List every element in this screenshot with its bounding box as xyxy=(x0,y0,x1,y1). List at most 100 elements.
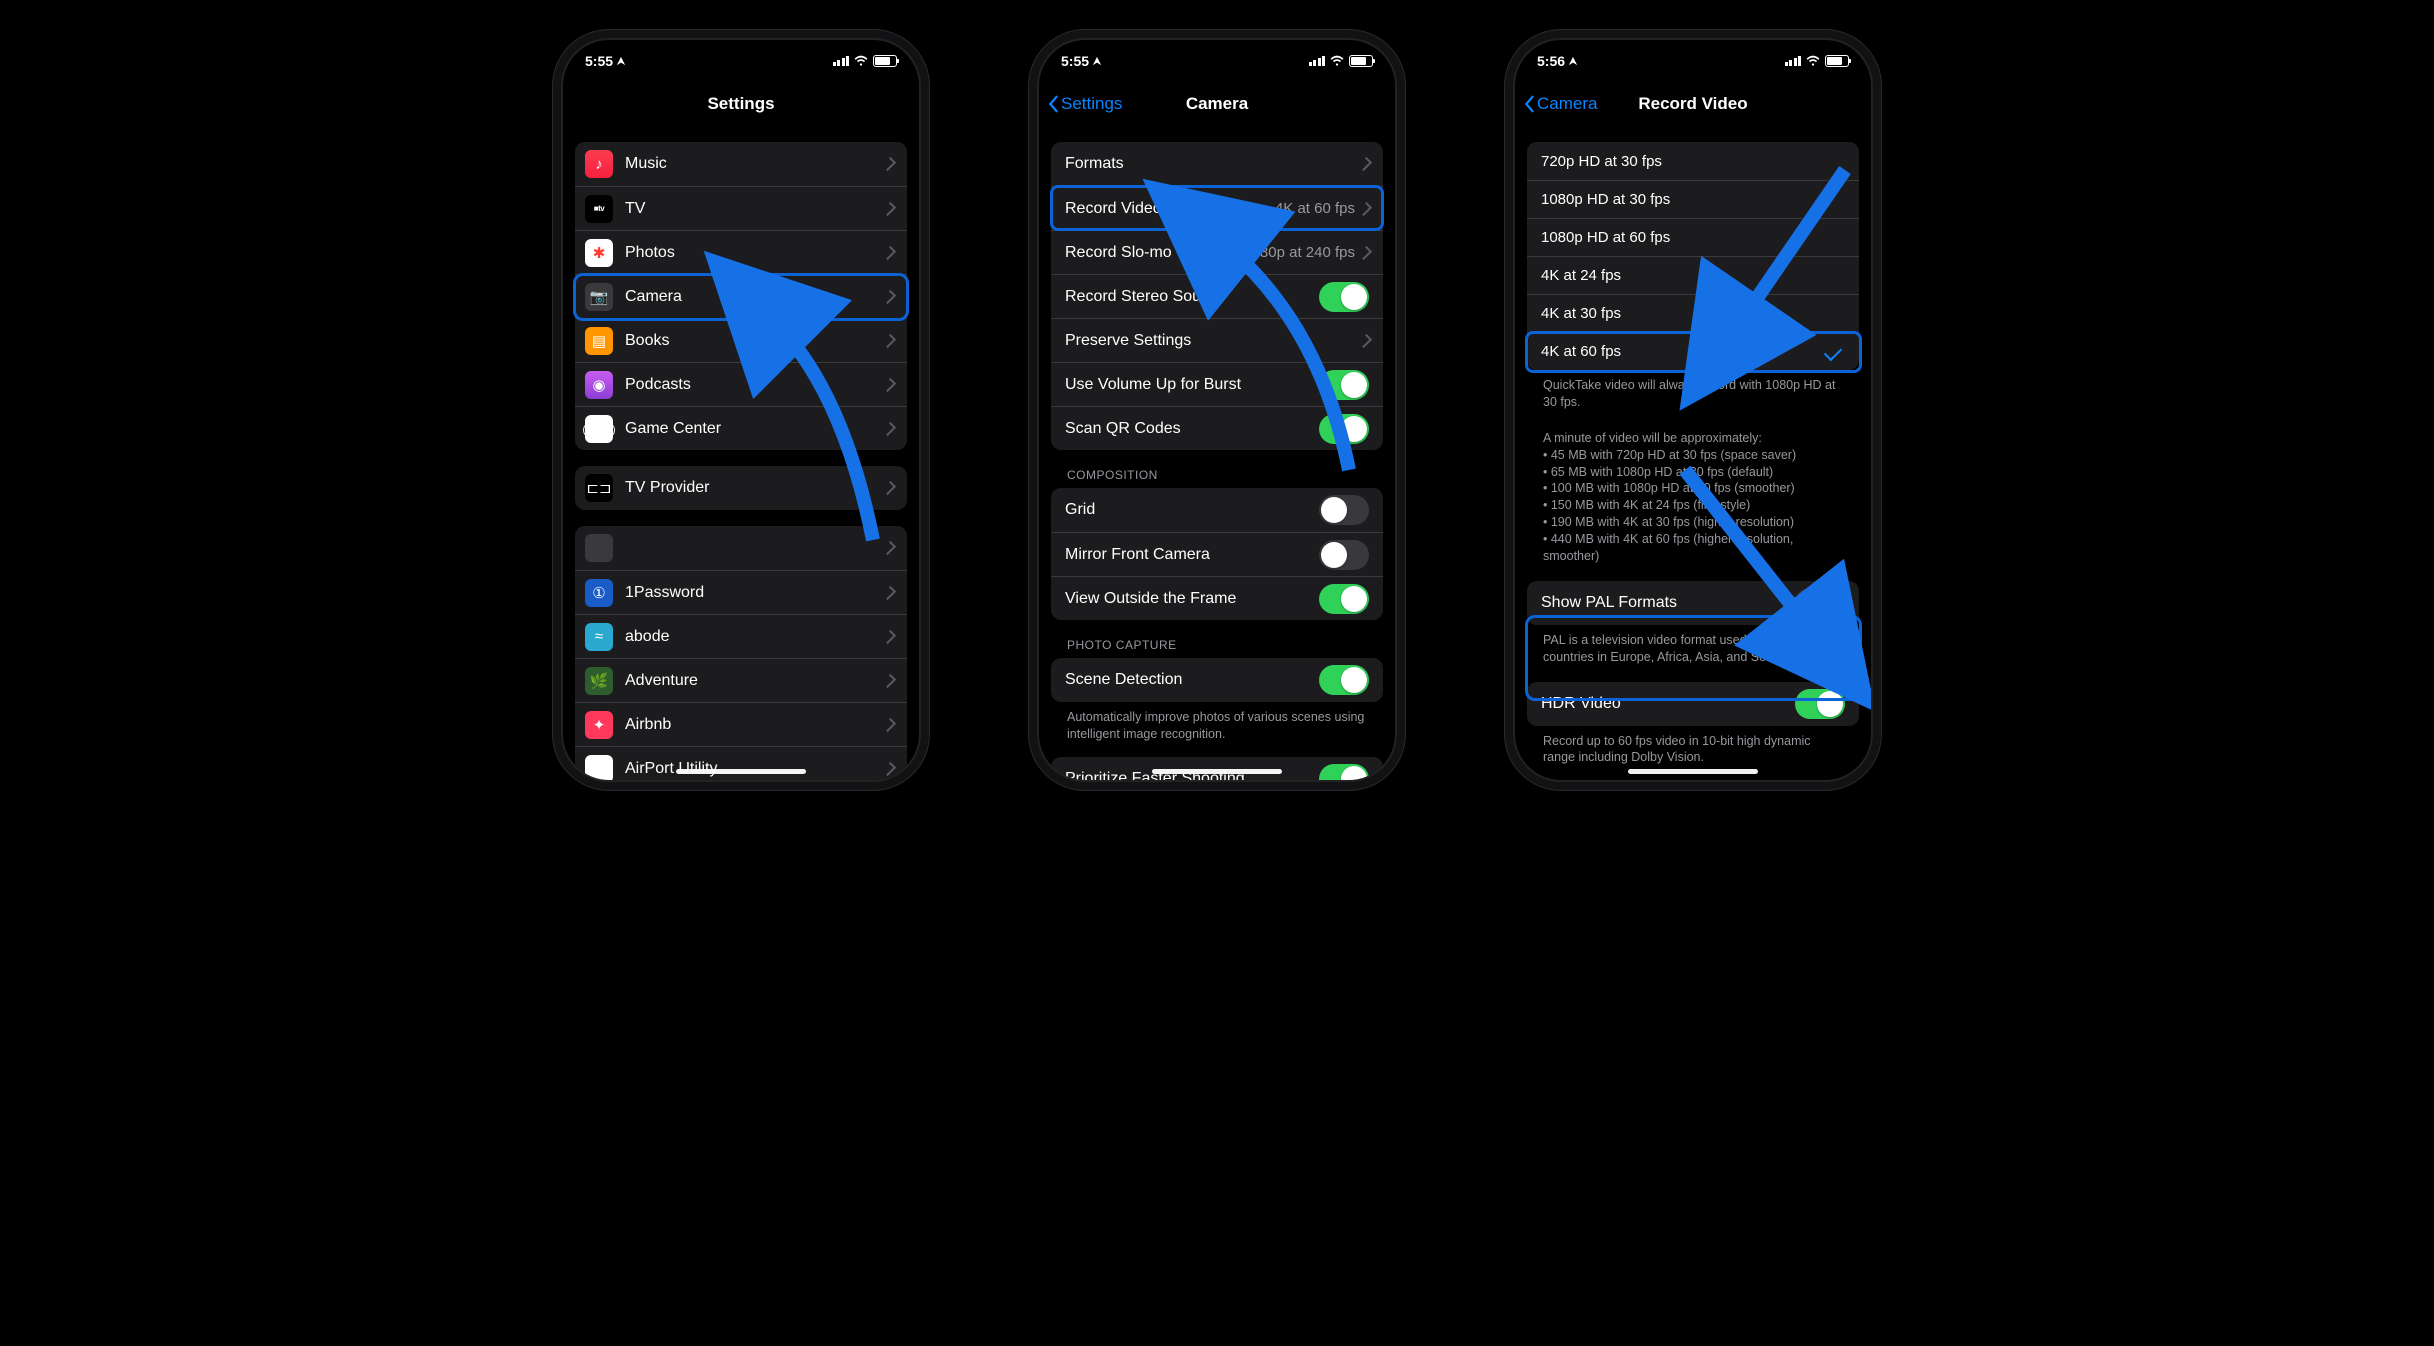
row-label: 1Password xyxy=(625,584,885,602)
row-label: View Outside the Frame xyxy=(1065,590,1319,608)
setting-row-scan-qr-codes[interactable]: Scan QR Codes xyxy=(1051,406,1383,450)
option-label: 1080p HD at 60 fps xyxy=(1541,229,1845,246)
resolution-option[interactable]: 4K at 30 fps xyxy=(1527,294,1859,332)
camera-settings-list[interactable]: FormatsRecord Video4K at 60 fpsRecord Sl… xyxy=(1039,126,1395,780)
location-icon xyxy=(1568,56,1578,66)
setting-row-show-pal-formats[interactable]: Show PAL Formats xyxy=(1527,581,1859,625)
toggle[interactable] xyxy=(1319,414,1369,444)
home-indicator[interactable] xyxy=(1152,769,1282,774)
setting-row-preserve-settings[interactable]: Preserve Settings xyxy=(1051,318,1383,362)
row-label: Game Center xyxy=(625,420,885,438)
resolution-option[interactable]: 1080p HD at 30 fps xyxy=(1527,180,1859,218)
toggle[interactable] xyxy=(1319,495,1369,525)
chevron-right-icon xyxy=(1358,201,1372,215)
settings-row-game-center[interactable]: ◯◯ Game Center xyxy=(575,406,907,450)
chevron-left-icon xyxy=(1047,95,1059,113)
resolution-option[interactable]: 4K at 24 fps xyxy=(1527,256,1859,294)
row-label: Books xyxy=(625,332,885,350)
toggle[interactable] xyxy=(1319,370,1369,400)
row-label: Podcasts xyxy=(625,376,885,394)
status-time: 5:55 xyxy=(1061,53,1089,69)
row-label: Use Volume Up for Burst xyxy=(1065,376,1319,394)
toggle[interactable] xyxy=(1319,584,1369,614)
row-value: 4K at 60 fps xyxy=(1275,200,1355,217)
resolution-option[interactable]: 1080p HD at 60 fps xyxy=(1527,218,1859,256)
settings-row-airport-utility[interactable]: ⌔AirPort Utility xyxy=(575,746,907,780)
row-label: Preserve Settings xyxy=(1065,332,1361,350)
back-button[interactable]: Camera xyxy=(1523,94,1597,114)
row-label: Scene Detection xyxy=(1065,671,1319,689)
row-label: TV xyxy=(625,200,885,218)
row-label: Scan QR Codes xyxy=(1065,420,1319,438)
row-label: Airbnb xyxy=(625,716,885,734)
resolution-option[interactable]: 720p HD at 30 fps xyxy=(1527,142,1859,180)
battery-icon xyxy=(873,55,897,67)
setting-row-grid[interactable]: Grid xyxy=(1051,488,1383,532)
setting-row-use-volume-up-for-burst[interactable]: Use Volume Up for Burst xyxy=(1051,362,1383,406)
option-label: 1080p HD at 30 fps xyxy=(1541,191,1845,208)
toggle[interactable] xyxy=(1319,764,1369,780)
row-label: Record Stereo Sound xyxy=(1065,288,1319,306)
back-label: Settings xyxy=(1061,94,1122,114)
location-icon xyxy=(616,56,626,66)
toggle[interactable] xyxy=(1319,540,1369,570)
resolution-option[interactable]: 4K at 60 fps xyxy=(1527,332,1859,370)
home-indicator[interactable] xyxy=(1628,769,1758,774)
app-icon: ♪ xyxy=(585,150,613,178)
row-label: Record Slo-mo xyxy=(1065,244,1243,262)
app-icon: 🌿 xyxy=(585,667,613,695)
chevron-right-icon xyxy=(882,541,896,555)
wifi-icon xyxy=(854,54,868,68)
setting-row-scene-detection[interactable]: Scene Detection xyxy=(1051,658,1383,702)
settings-row-podcasts[interactable]: ◉Podcasts xyxy=(575,362,907,406)
setting-row-mirror-front-camera[interactable]: Mirror Front Camera xyxy=(1051,532,1383,576)
settings-row-tv-provider[interactable]: ⊏⊐TV Provider xyxy=(575,466,907,510)
cellular-icon xyxy=(833,56,850,66)
app-icon: ✱ xyxy=(585,239,613,267)
phone-settings: 5:55 Settings ♪Music■tvTV✱Photos📷Camera▤… xyxy=(563,40,919,780)
setting-row-hdr-video[interactable]: HDR Video xyxy=(1527,682,1859,726)
record-video-list[interactable]: 720p HD at 30 fps 1080p HD at 30 fps 1080p… xyxy=(1515,126,1871,780)
settings-row-airbnb[interactable]: ✦Airbnb xyxy=(575,702,907,746)
row-label: Adventure xyxy=(625,672,885,690)
home-indicator[interactable] xyxy=(676,769,806,774)
section-header: PHOTO CAPTURE xyxy=(1051,620,1383,658)
settings-row-books[interactable]: ▤Books xyxy=(575,318,907,362)
app-icon: ⊏⊐ xyxy=(585,474,613,502)
setting-row-record-stereo-sound[interactable]: Record Stereo Sound xyxy=(1051,274,1383,318)
back-button[interactable]: Settings xyxy=(1047,94,1122,114)
checkmark-icon xyxy=(1824,342,1842,360)
app-icon: ■tv xyxy=(585,195,613,223)
setting-row-formats[interactable]: Formats xyxy=(1051,142,1383,186)
toggle[interactable] xyxy=(1795,588,1845,618)
settings-row-abode[interactable]: ≈abode xyxy=(575,614,907,658)
wifi-icon xyxy=(1806,54,1820,68)
row-label: Music xyxy=(625,155,885,173)
settings-list[interactable]: ♪ Music ■tv TV ✱ Photos 📷Camera▤Books◉Podcasts… xyxy=(563,126,919,780)
settings-row-camera[interactable]: 📷Camera xyxy=(575,274,907,318)
footer-sizes: A minute of video will be approximately:… xyxy=(1527,423,1859,567)
settings-row-music[interactable]: ♪ Music xyxy=(575,142,907,186)
setting-row-record-video[interactable]: Record Video4K at 60 fps xyxy=(1051,186,1383,230)
app-icon: ◯◯ xyxy=(585,415,613,443)
settings-row-photos[interactable]: ✱ Photos xyxy=(575,230,907,274)
notch xyxy=(1613,40,1773,68)
chevron-right-icon xyxy=(1358,245,1372,259)
app-icon: 📷 xyxy=(585,283,613,311)
setting-row-view-outside-the-frame[interactable]: View Outside the Frame xyxy=(1051,576,1383,620)
row-label: Show PAL Formats xyxy=(1541,594,1795,612)
toggle[interactable] xyxy=(1795,689,1845,719)
footer-quicktake: QuickTake video will always record with … xyxy=(1527,370,1859,413)
row-label: Photos xyxy=(625,244,885,262)
settings-row-blank[interactable] xyxy=(575,526,907,570)
settings-row-tv[interactable]: ■tv TV xyxy=(575,186,907,230)
toggle[interactable] xyxy=(1319,282,1369,312)
footer-hdr: Record up to 60 fps video in 10-bit high… xyxy=(1527,726,1859,769)
settings-row-adventure[interactable]: 🌿 Adventure xyxy=(575,658,907,702)
toggle[interactable] xyxy=(1319,665,1369,695)
row-label: Grid xyxy=(1065,501,1319,519)
setting-row-record-slo-mo[interactable]: Record Slo-mo1080p at 240 fps xyxy=(1051,230,1383,274)
settings-row-1password[interactable]: ① 1Password xyxy=(575,570,907,614)
app-icon: ① xyxy=(585,579,613,607)
app-icon xyxy=(585,534,613,562)
